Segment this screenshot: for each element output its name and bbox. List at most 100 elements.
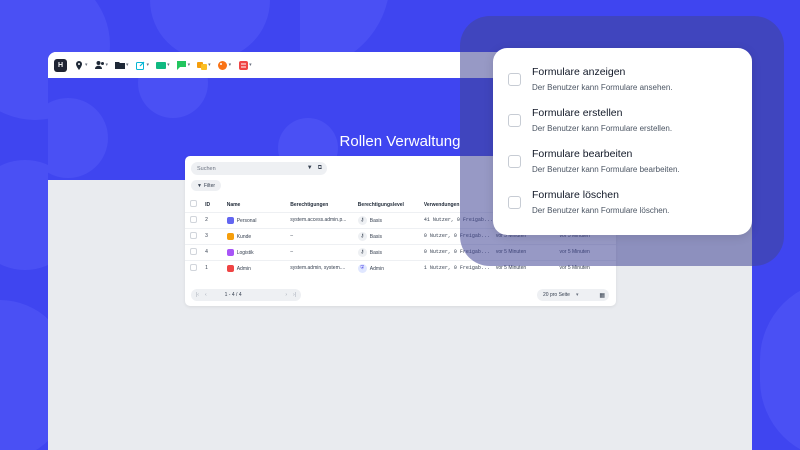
role-icon xyxy=(226,248,234,256)
row-checkbox[interactable] xyxy=(185,259,203,276)
role-icon xyxy=(226,216,234,224)
cell-permissions: – xyxy=(287,243,355,260)
edit-icon xyxy=(136,60,146,70)
ticket-icon xyxy=(156,60,167,70)
layers-icon xyxy=(197,60,208,70)
permission-checkbox[interactable] xyxy=(508,114,521,127)
nav-files[interactable]: ▾ xyxy=(115,60,129,70)
shield-icon: ⛨ xyxy=(357,263,367,273)
app-logo[interactable]: H xyxy=(54,58,67,72)
nav-tickets[interactable]: ▾ xyxy=(156,60,170,70)
pagination: |‹ ‹ 1 - 4 / 4 › ›| xyxy=(191,289,301,301)
permission-title: Formulare löschen xyxy=(532,189,619,201)
level-label: Basis xyxy=(369,233,383,240)
chevron-down-icon: ▾ xyxy=(187,62,191,68)
role-name: Kunde xyxy=(236,233,252,240)
chevron-down-icon: ▾ xyxy=(105,62,109,68)
cell-name: Admin xyxy=(223,259,288,276)
permissions-popup: Formulare anzeigen Der Benutzer kann For… xyxy=(493,48,752,235)
chevron-down-icon: ▾ xyxy=(126,62,129,68)
role-name: Personal xyxy=(236,217,257,224)
background-shape xyxy=(150,0,270,60)
permission-option[interactable]: Formulare anzeigen Der Benutzer kann For… xyxy=(493,48,752,92)
role-icon xyxy=(226,232,234,240)
filter-button[interactable]: ▼ Filter xyxy=(191,180,221,191)
nav-layers[interactable]: ▾ xyxy=(197,60,211,70)
row-checkbox[interactable] xyxy=(185,227,203,244)
cell-id: 4 xyxy=(202,243,224,260)
permission-title: Formulare anzeigen xyxy=(532,66,626,78)
nav-chat[interactable]: ▾ xyxy=(177,60,191,70)
role-name: Logistik xyxy=(236,249,254,256)
key-icon: ⚷ xyxy=(357,247,367,257)
cell-id: 1 xyxy=(202,259,224,276)
search-input[interactable]: Suchen ▼ ⧉ xyxy=(191,162,327,175)
cell-permissions: system.admin, system.... xyxy=(287,259,355,276)
column-header-level[interactable]: Berechtigungslevel xyxy=(355,198,421,212)
chat-icon xyxy=(177,60,187,70)
permission-option[interactable]: Formulare bearbeiten Der Benutzer kann F… xyxy=(493,130,752,174)
per-page-value: 20 pro Seite xyxy=(543,292,570,298)
select-all-checkbox[interactable] xyxy=(185,198,202,212)
permission-option[interactable]: Formulare löschen Der Benutzer kann Form… xyxy=(493,171,752,215)
export-icon[interactable]: ⧉ xyxy=(318,165,322,172)
search-placeholder: Suchen xyxy=(197,165,216,172)
permission-description: Der Benutzer kann Formulare löschen. xyxy=(532,206,670,215)
first-page-button[interactable]: |‹ xyxy=(196,292,199,298)
chevron-down-icon: ▾ xyxy=(208,62,211,68)
level-label: Basis xyxy=(369,217,383,224)
role-icon xyxy=(226,264,234,272)
permission-checkbox[interactable] xyxy=(508,73,521,86)
level-label: Admin xyxy=(369,265,384,272)
map-pin-icon xyxy=(74,60,84,70)
permission-title: Formulare bearbeiten xyxy=(532,148,633,160)
chevron-down-icon: ▾ xyxy=(85,62,88,68)
chevron-down-icon: ▾ xyxy=(249,62,252,68)
nav-lists[interactable]: ▾ xyxy=(238,60,252,70)
cell-permissions: – xyxy=(287,227,355,244)
nav-locations[interactable]: ▾ xyxy=(74,60,88,70)
cell-id: 3 xyxy=(202,227,224,244)
filter-label: Filter xyxy=(203,182,216,189)
column-header-id[interactable]: ID xyxy=(202,198,224,212)
background-shape xyxy=(760,280,800,450)
level-label: Basis xyxy=(369,249,383,256)
cell-name: Personal xyxy=(223,211,288,228)
row-checkbox[interactable] xyxy=(185,243,203,260)
nav-design[interactable]: ▾ xyxy=(218,60,232,70)
permission-checkbox[interactable] xyxy=(508,155,521,168)
nav-users[interactable]: ▾ xyxy=(94,60,109,70)
role-name: Admin xyxy=(236,265,251,272)
permission-title: Formulare erstellen xyxy=(532,107,623,119)
row-checkbox[interactable] xyxy=(185,211,203,228)
chevron-down-icon: ▾ xyxy=(228,62,232,68)
column-header-permissions[interactable]: Berechtigungen xyxy=(287,198,355,212)
cell-name: Kunde xyxy=(223,227,288,244)
filter-icon[interactable]: ▼ xyxy=(307,165,313,172)
cell-level: ⚷ Basis xyxy=(354,211,421,228)
nav-forms[interactable]: ▾ xyxy=(136,60,150,70)
column-header-name[interactable]: Name xyxy=(224,198,288,212)
per-page-select[interactable]: 20 pro Seite ▾ ▦ xyxy=(537,289,609,301)
grid-view-icon[interactable]: ▦ xyxy=(599,292,609,299)
folder-icon xyxy=(115,60,126,70)
cell-permissions: system.access.admin.p... xyxy=(287,211,355,228)
list-icon xyxy=(238,60,248,70)
chevron-down-icon: ▾ xyxy=(167,62,170,68)
cell-level: ⚷ Basis xyxy=(354,243,421,260)
key-icon: ⚷ xyxy=(357,215,367,225)
chevron-down-icon: ▾ xyxy=(146,62,150,68)
key-icon: ⚷ xyxy=(357,231,367,241)
cell-level: ⛨ Admin xyxy=(354,259,421,276)
prev-page-button[interactable]: ‹ xyxy=(205,292,207,298)
page-range: 1 - 4 / 4 xyxy=(224,292,242,298)
last-page-button[interactable]: ›| xyxy=(293,292,296,298)
permission-option[interactable]: Formulare erstellen Der Benutzer kann Fo… xyxy=(493,89,752,133)
next-page-button[interactable]: › xyxy=(285,292,287,298)
permission-checkbox[interactable] xyxy=(508,196,521,209)
cell-level: ⚷ Basis xyxy=(354,227,421,244)
users-icon xyxy=(94,60,105,70)
cell-id: 2 xyxy=(202,211,224,228)
chevron-down-icon: ▾ xyxy=(575,292,579,298)
palette-icon xyxy=(218,60,228,70)
